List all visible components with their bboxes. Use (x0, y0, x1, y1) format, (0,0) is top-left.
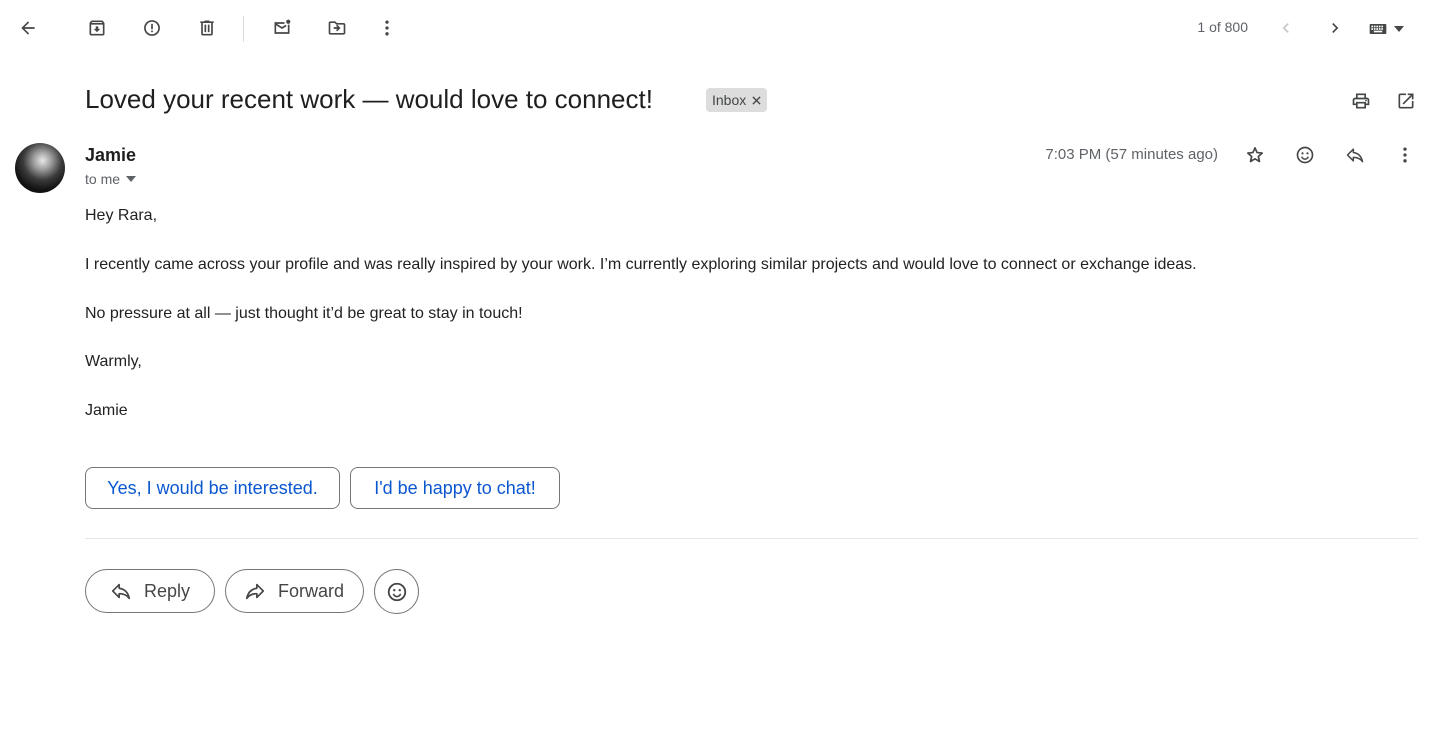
open-in-new-icon (1398, 93, 1414, 109)
star-icon (1247, 147, 1263, 163)
caret-down-icon (1394, 26, 1404, 32)
more-vert-icon (385, 20, 389, 36)
open-new-window-button[interactable] (1386, 81, 1426, 121)
reply-icon-button[interactable] (1335, 135, 1375, 175)
more-options-button[interactable] (367, 8, 407, 48)
print-icon (1352, 93, 1370, 109)
reply-label: Reply (144, 580, 191, 601)
sender-name[interactable]: Jamie (85, 145, 136, 166)
email-timestamp: 7:03 PM (57 minutes ago) (1045, 146, 1218, 163)
report-spam-button[interactable] (132, 8, 172, 48)
recipient-details[interactable]: to me (85, 171, 137, 187)
star-button[interactable] (1235, 135, 1275, 175)
forward-icon (245, 583, 265, 600)
archive-icon (89, 20, 105, 36)
sender-avatar[interactable] (15, 143, 65, 193)
caret-down-icon (126, 176, 137, 182)
close-icon[interactable] (752, 95, 761, 105)
add-reaction-button[interactable] (374, 569, 419, 614)
pagination-text: 1 of 800 (1197, 19, 1248, 35)
message-more-button[interactable] (1385, 135, 1425, 175)
reply-icon (111, 583, 131, 600)
emoji-icon (387, 582, 406, 601)
reply-icon (1346, 148, 1364, 163)
email-subject: Loved your recent work — would love to c… (85, 84, 653, 114)
body-paragraph: No pressure at all — just thought it’d b… (85, 305, 523, 322)
back-arrow-icon (21, 21, 35, 35)
delete-icon (200, 20, 214, 36)
forward-button[interactable]: Forward (225, 569, 364, 613)
delete-button[interactable] (187, 8, 227, 48)
archive-button[interactable] (77, 8, 117, 48)
input-tools-button[interactable] (1366, 18, 1414, 40)
older-button[interactable] (1315, 8, 1355, 48)
chevron-left-icon (1282, 23, 1289, 33)
move-to-button[interactable] (317, 8, 357, 48)
add-reaction-button[interactable] (1285, 135, 1325, 175)
back-button[interactable] (8, 8, 48, 48)
print-all-button[interactable] (1341, 81, 1381, 121)
body-greeting: Hey Rara, (85, 207, 158, 224)
recipient-text: to me (85, 171, 121, 187)
forward-label: Forward (278, 580, 345, 601)
divider (85, 538, 1418, 539)
more-vert-icon (1403, 147, 1407, 163)
label-text: Inbox (712, 92, 747, 108)
smart-reply-button[interactable]: I'd be happy to chat! (350, 467, 560, 509)
inbox-label-chip[interactable]: Inbox (706, 88, 768, 112)
chevron-right-icon (1332, 23, 1339, 33)
body-paragraph: I recently came across your profile and … (85, 256, 1197, 273)
keyboard-icon (1369, 24, 1387, 34)
emoji-icon (1296, 146, 1314, 164)
smart-reply-button[interactable]: Yes, I would be interested. (85, 467, 340, 509)
newer-button[interactable] (1266, 8, 1306, 48)
mark-unread-button[interactable] (262, 8, 302, 48)
move-to-icon (328, 21, 346, 35)
report-spam-icon (144, 20, 160, 36)
mark-unread-icon (274, 19, 291, 34)
toolbar-separator (243, 16, 244, 42)
reply-button[interactable]: Reply (85, 569, 215, 613)
body-signoff: Warmly, (85, 353, 142, 370)
body-signature: Jamie (85, 402, 128, 419)
